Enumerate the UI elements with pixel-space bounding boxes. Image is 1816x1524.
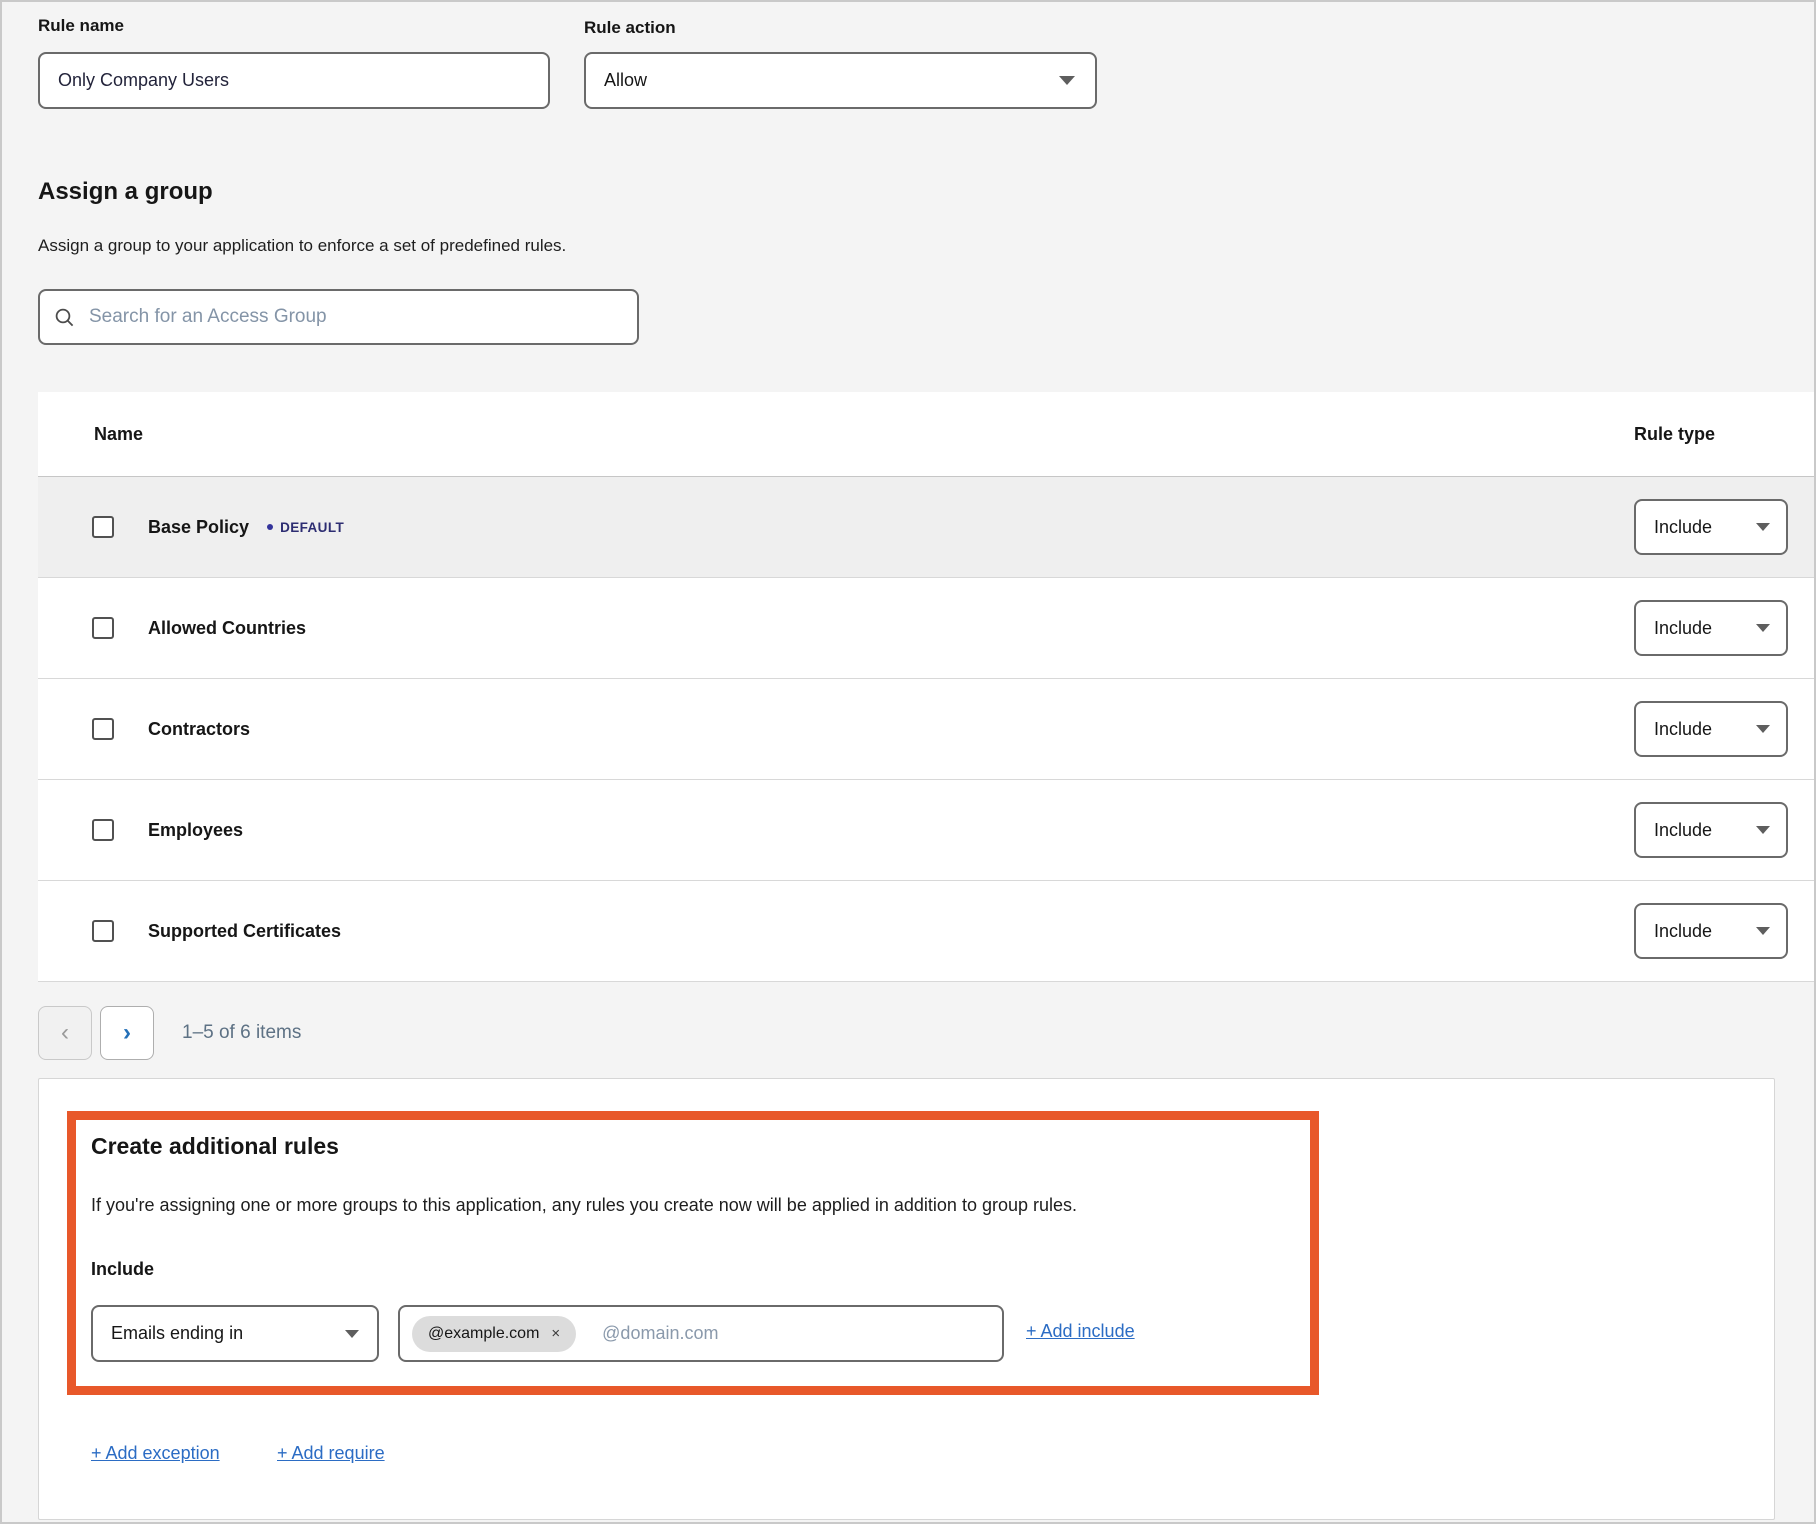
table-header-row: Name Rule type: [38, 392, 1814, 477]
assign-group-heading: Assign a group: [38, 178, 213, 206]
rule-type-value: Include: [1654, 820, 1712, 841]
badge-dot-icon: [267, 524, 273, 530]
chevron-down-icon: [1756, 624, 1770, 632]
next-page-button[interactable]: ›: [100, 1006, 154, 1060]
include-condition-select[interactable]: Emails ending in: [91, 1305, 379, 1362]
row-checkbox[interactable]: [92, 516, 114, 538]
rule-type-value: Include: [1654, 719, 1712, 740]
group-name: Contractors: [148, 719, 250, 740]
rule-editor-page: Rule name Rule action Allow Assign a gro…: [0, 0, 1816, 1524]
table-row: Supported Certificates Include: [38, 881, 1814, 982]
rule-type-select[interactable]: Include: [1634, 802, 1788, 858]
access-group-search[interactable]: [38, 289, 639, 345]
rule-type-value: Include: [1654, 517, 1712, 538]
default-badge: DEFAULT: [267, 520, 344, 535]
rule-type-select[interactable]: Include: [1634, 499, 1788, 555]
chevron-down-icon: [1756, 826, 1770, 834]
add-include-link[interactable]: + Add include: [1026, 1321, 1135, 1342]
rule-action-label: Rule action: [584, 18, 676, 38]
chevron-down-icon: [1059, 76, 1075, 85]
table-row: Employees Include: [38, 780, 1814, 881]
rule-type-select[interactable]: Include: [1634, 903, 1788, 959]
assign-group-description: Assign a group to your application to en…: [38, 236, 566, 256]
rule-name-input[interactable]: [38, 52, 550, 109]
rule-type-value: Include: [1654, 921, 1712, 942]
previous-page-button[interactable]: ‹: [38, 1006, 92, 1060]
rule-action-select[interactable]: Allow: [584, 52, 1097, 109]
add-require-link[interactable]: + Add require: [277, 1443, 385, 1464]
search-icon: [54, 307, 75, 328]
chevron-right-icon: ›: [123, 1019, 131, 1047]
pagination: ‹ › 1–5 of 6 items: [38, 1006, 301, 1060]
rule-type-select[interactable]: Include: [1634, 701, 1788, 757]
chevron-down-icon: [1756, 523, 1770, 531]
remove-tag-icon[interactable]: ×: [551, 1326, 560, 1341]
chevron-down-icon: [345, 1330, 359, 1338]
chevron-down-icon: [1756, 927, 1770, 935]
access-groups-table: Name Rule type Base Policy DEFAULT Inclu…: [38, 392, 1814, 982]
rule-type-value: Include: [1654, 618, 1712, 639]
row-checkbox[interactable]: [92, 718, 114, 740]
row-checkbox[interactable]: [92, 617, 114, 639]
table-row: Contractors Include: [38, 679, 1814, 780]
row-checkbox[interactable]: [92, 920, 114, 942]
table-row: Base Policy DEFAULT Include: [38, 477, 1814, 578]
email-domain-tag: @example.com ×: [412, 1316, 576, 1352]
tag-label: @example.com: [428, 1325, 539, 1343]
condition-value: Emails ending in: [111, 1323, 243, 1344]
chevron-left-icon: ‹: [61, 1019, 69, 1047]
group-name: Base Policy: [148, 517, 249, 538]
rule-name-label: Rule name: [38, 16, 124, 36]
email-domain-field[interactable]: @example.com ×: [398, 1305, 1004, 1362]
additional-rules-card: Create additional rules If you're assign…: [38, 1078, 1775, 1520]
include-label: Include: [91, 1259, 154, 1280]
rule-action-value: Allow: [604, 70, 647, 91]
row-checkbox[interactable]: [92, 819, 114, 841]
add-exception-link[interactable]: + Add exception: [91, 1443, 220, 1464]
table-row: Allowed Countries Include: [38, 578, 1814, 679]
group-name: Supported Certificates: [148, 921, 341, 942]
rule-type-column-header: Rule type: [1634, 424, 1715, 445]
email-domain-input[interactable]: [602, 1323, 990, 1344]
additional-rules-heading: Create additional rules: [91, 1133, 339, 1160]
additional-rules-description: If you're assigning one or more groups t…: [91, 1195, 1077, 1216]
pagination-range-label: 1–5 of 6 items: [182, 1022, 301, 1044]
group-name: Employees: [148, 820, 243, 841]
group-name: Allowed Countries: [148, 618, 306, 639]
search-input[interactable]: [89, 306, 623, 328]
chevron-down-icon: [1756, 725, 1770, 733]
badge-label: DEFAULT: [280, 520, 344, 535]
rule-type-select[interactable]: Include: [1634, 600, 1788, 656]
name-column-header: Name: [94, 424, 143, 445]
